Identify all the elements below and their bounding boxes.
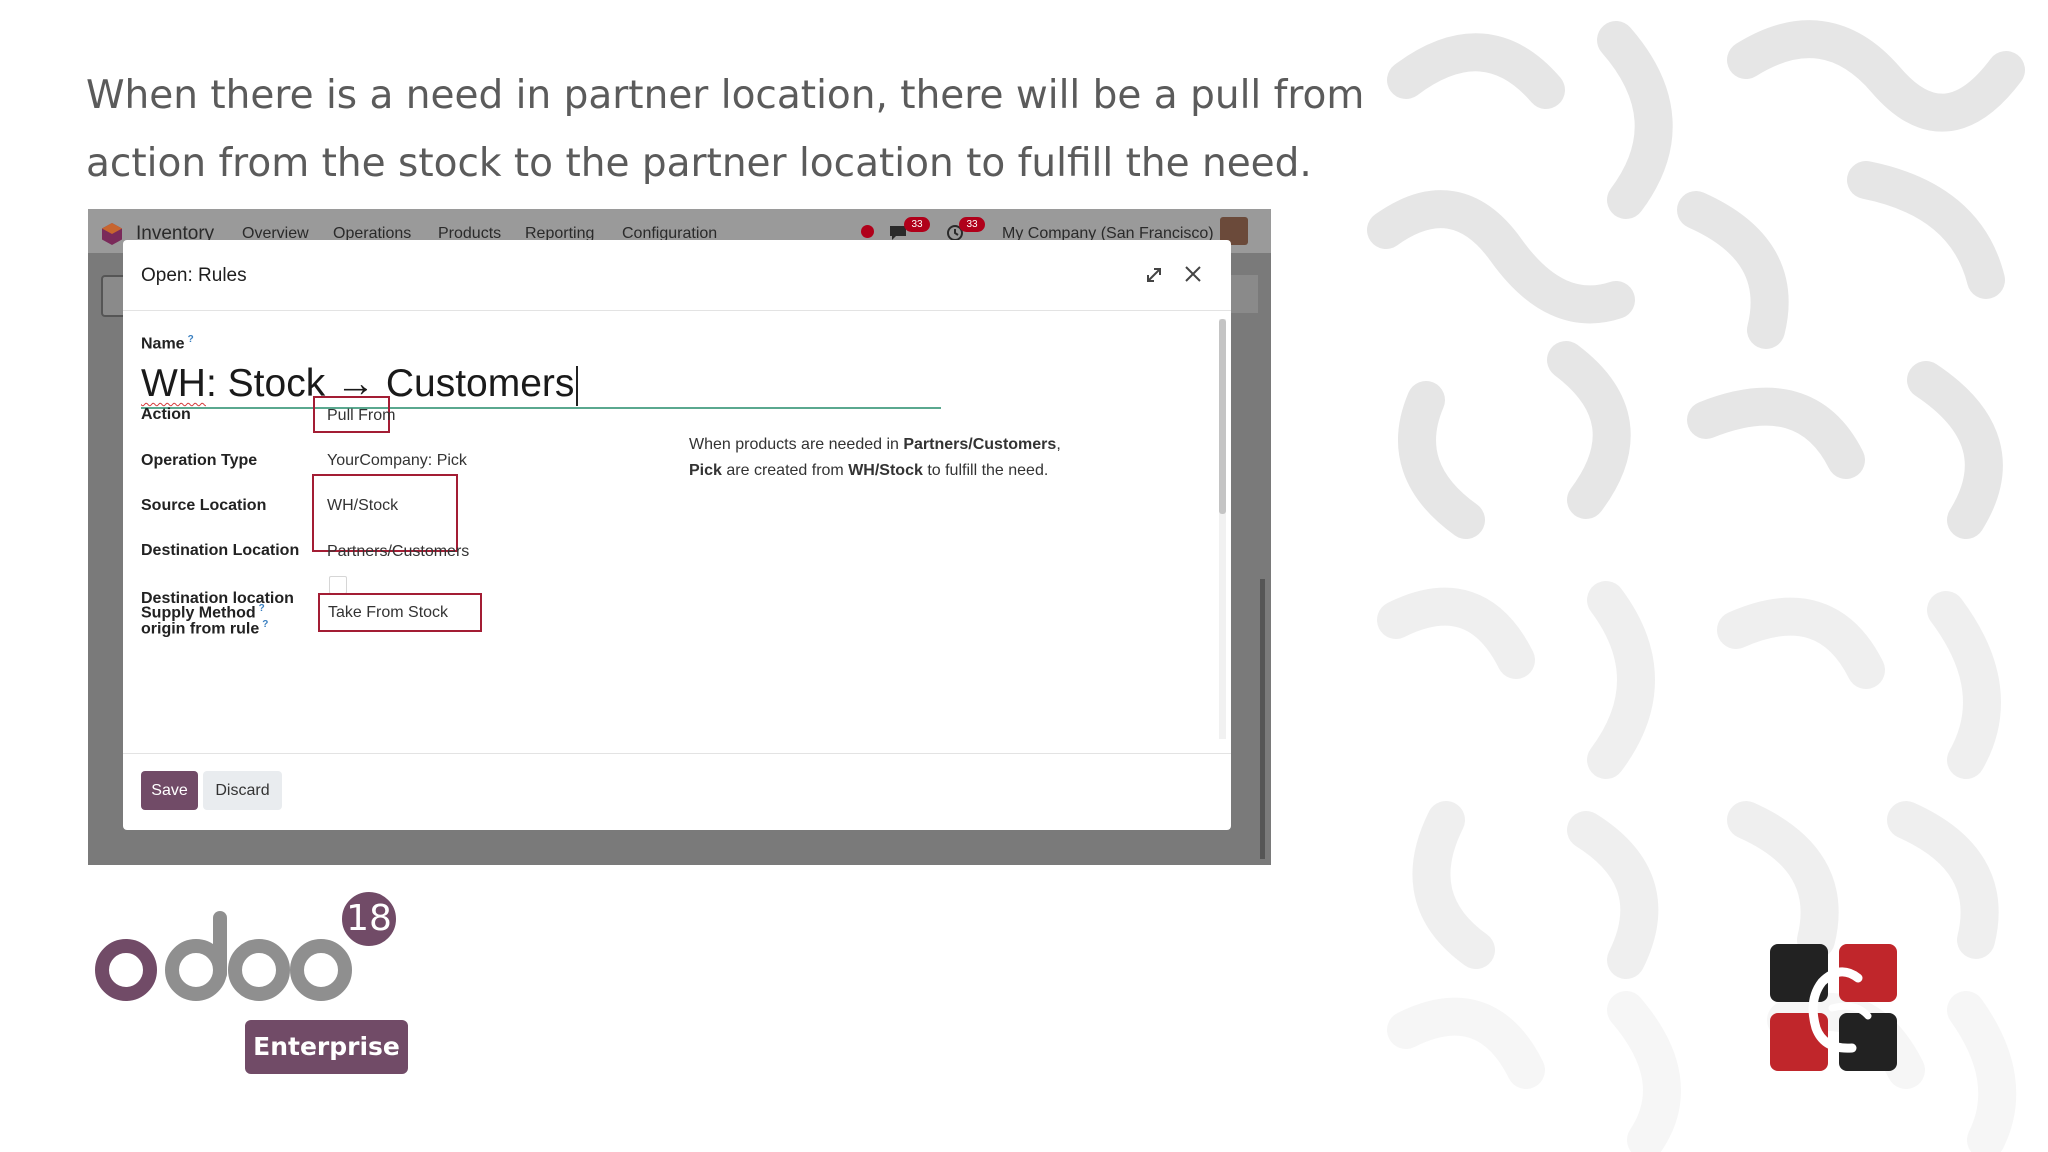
help-bold-2: Pick: [689, 462, 722, 479]
dest-origin-label-line-2: origin from rule: [141, 620, 260, 638]
dialog-scrollbar-thumb[interactable]: [1219, 319, 1226, 514]
supply-method-select[interactable]: Take From Stock: [328, 604, 448, 622]
dialog-body: Name? WH: Stock → Customers Action Pull …: [123, 311, 1231, 751]
messages-badge: 33: [904, 217, 930, 232]
rules-dialog: Open: Rules Name? WH: Stock → Customers …: [123, 240, 1231, 830]
help-question-icon[interactable]: ?: [188, 334, 194, 345]
dialog-header: Open: Rules: [123, 240, 1231, 311]
name-value-prefix: WH: [141, 362, 206, 405]
background-scrollbar: [1260, 579, 1265, 859]
help-text-1: When products are needed in: [689, 436, 904, 453]
decorative-pattern: [1366, 0, 2048, 1152]
help-text-3: are created from: [721, 462, 849, 479]
help-text-4: to fulfill the need.: [922, 462, 1049, 479]
dialog-scrollbar[interactable]: [1219, 319, 1226, 739]
slide-heading-line-2: action from the stock to the partner loc…: [86, 141, 1312, 186]
enterprise-badge: Enterprise: [245, 1020, 408, 1074]
rule-name-input[interactable]: WH: Stock → Customers: [141, 361, 941, 409]
help-bold-1: Partners/Customers: [903, 436, 1057, 453]
text-caret: [576, 365, 579, 406]
destination-location-label: Destination Location: [141, 542, 300, 559]
odoo-screenshot: Inventory Overview Operations Products R…: [88, 209, 1271, 865]
action-select[interactable]: Pull From: [327, 407, 395, 425]
discard-button[interactable]: Discard: [203, 771, 282, 810]
supply-method-label: Supply Method?: [141, 603, 265, 622]
dest-origin-checkbox[interactable]: [329, 576, 347, 594]
source-location-field[interactable]: WH/Stock: [327, 497, 398, 515]
dialog-title: Open: Rules: [141, 265, 247, 286]
rule-help-text: When products are needed in Partners/Cus…: [689, 432, 1209, 484]
name-label: Name?: [141, 334, 194, 353]
operation-type-field[interactable]: YourCompany: Pick: [327, 452, 467, 470]
help-question-icon[interactable]: ?: [259, 603, 265, 614]
help-text-2: ,: [1056, 436, 1061, 453]
close-icon[interactable]: [1183, 264, 1203, 284]
save-button[interactable]: Save: [141, 771, 198, 810]
company-logo: [1770, 944, 1897, 1071]
name-value-rest: : Stock → Customers: [205, 362, 575, 405]
dialog-footer: Save Discard: [123, 753, 1231, 831]
expand-icon[interactable]: [1145, 266, 1163, 284]
destination-location-field[interactable]: Partners/Customers: [327, 543, 469, 561]
slide-heading-line-1: When there is a need in partner location…: [86, 73, 1365, 118]
action-label: Action: [141, 406, 191, 423]
inventory-app-icon[interactable]: [102, 223, 122, 245]
operation-type-label: Operation Type: [141, 452, 258, 469]
status-dot-icon[interactable]: [861, 225, 874, 238]
name-label-text: Name: [141, 335, 185, 353]
supply-method-label-text: Supply Method: [141, 604, 256, 622]
slide-heading: When there is a need in partner location…: [86, 62, 1365, 198]
help-bold-3: WH/Stock: [848, 462, 923, 479]
source-location-label: Source Location: [141, 497, 267, 514]
background-pager: [1228, 275, 1258, 313]
activities-badge: 33: [959, 217, 985, 232]
version-badge: 18: [338, 888, 400, 950]
